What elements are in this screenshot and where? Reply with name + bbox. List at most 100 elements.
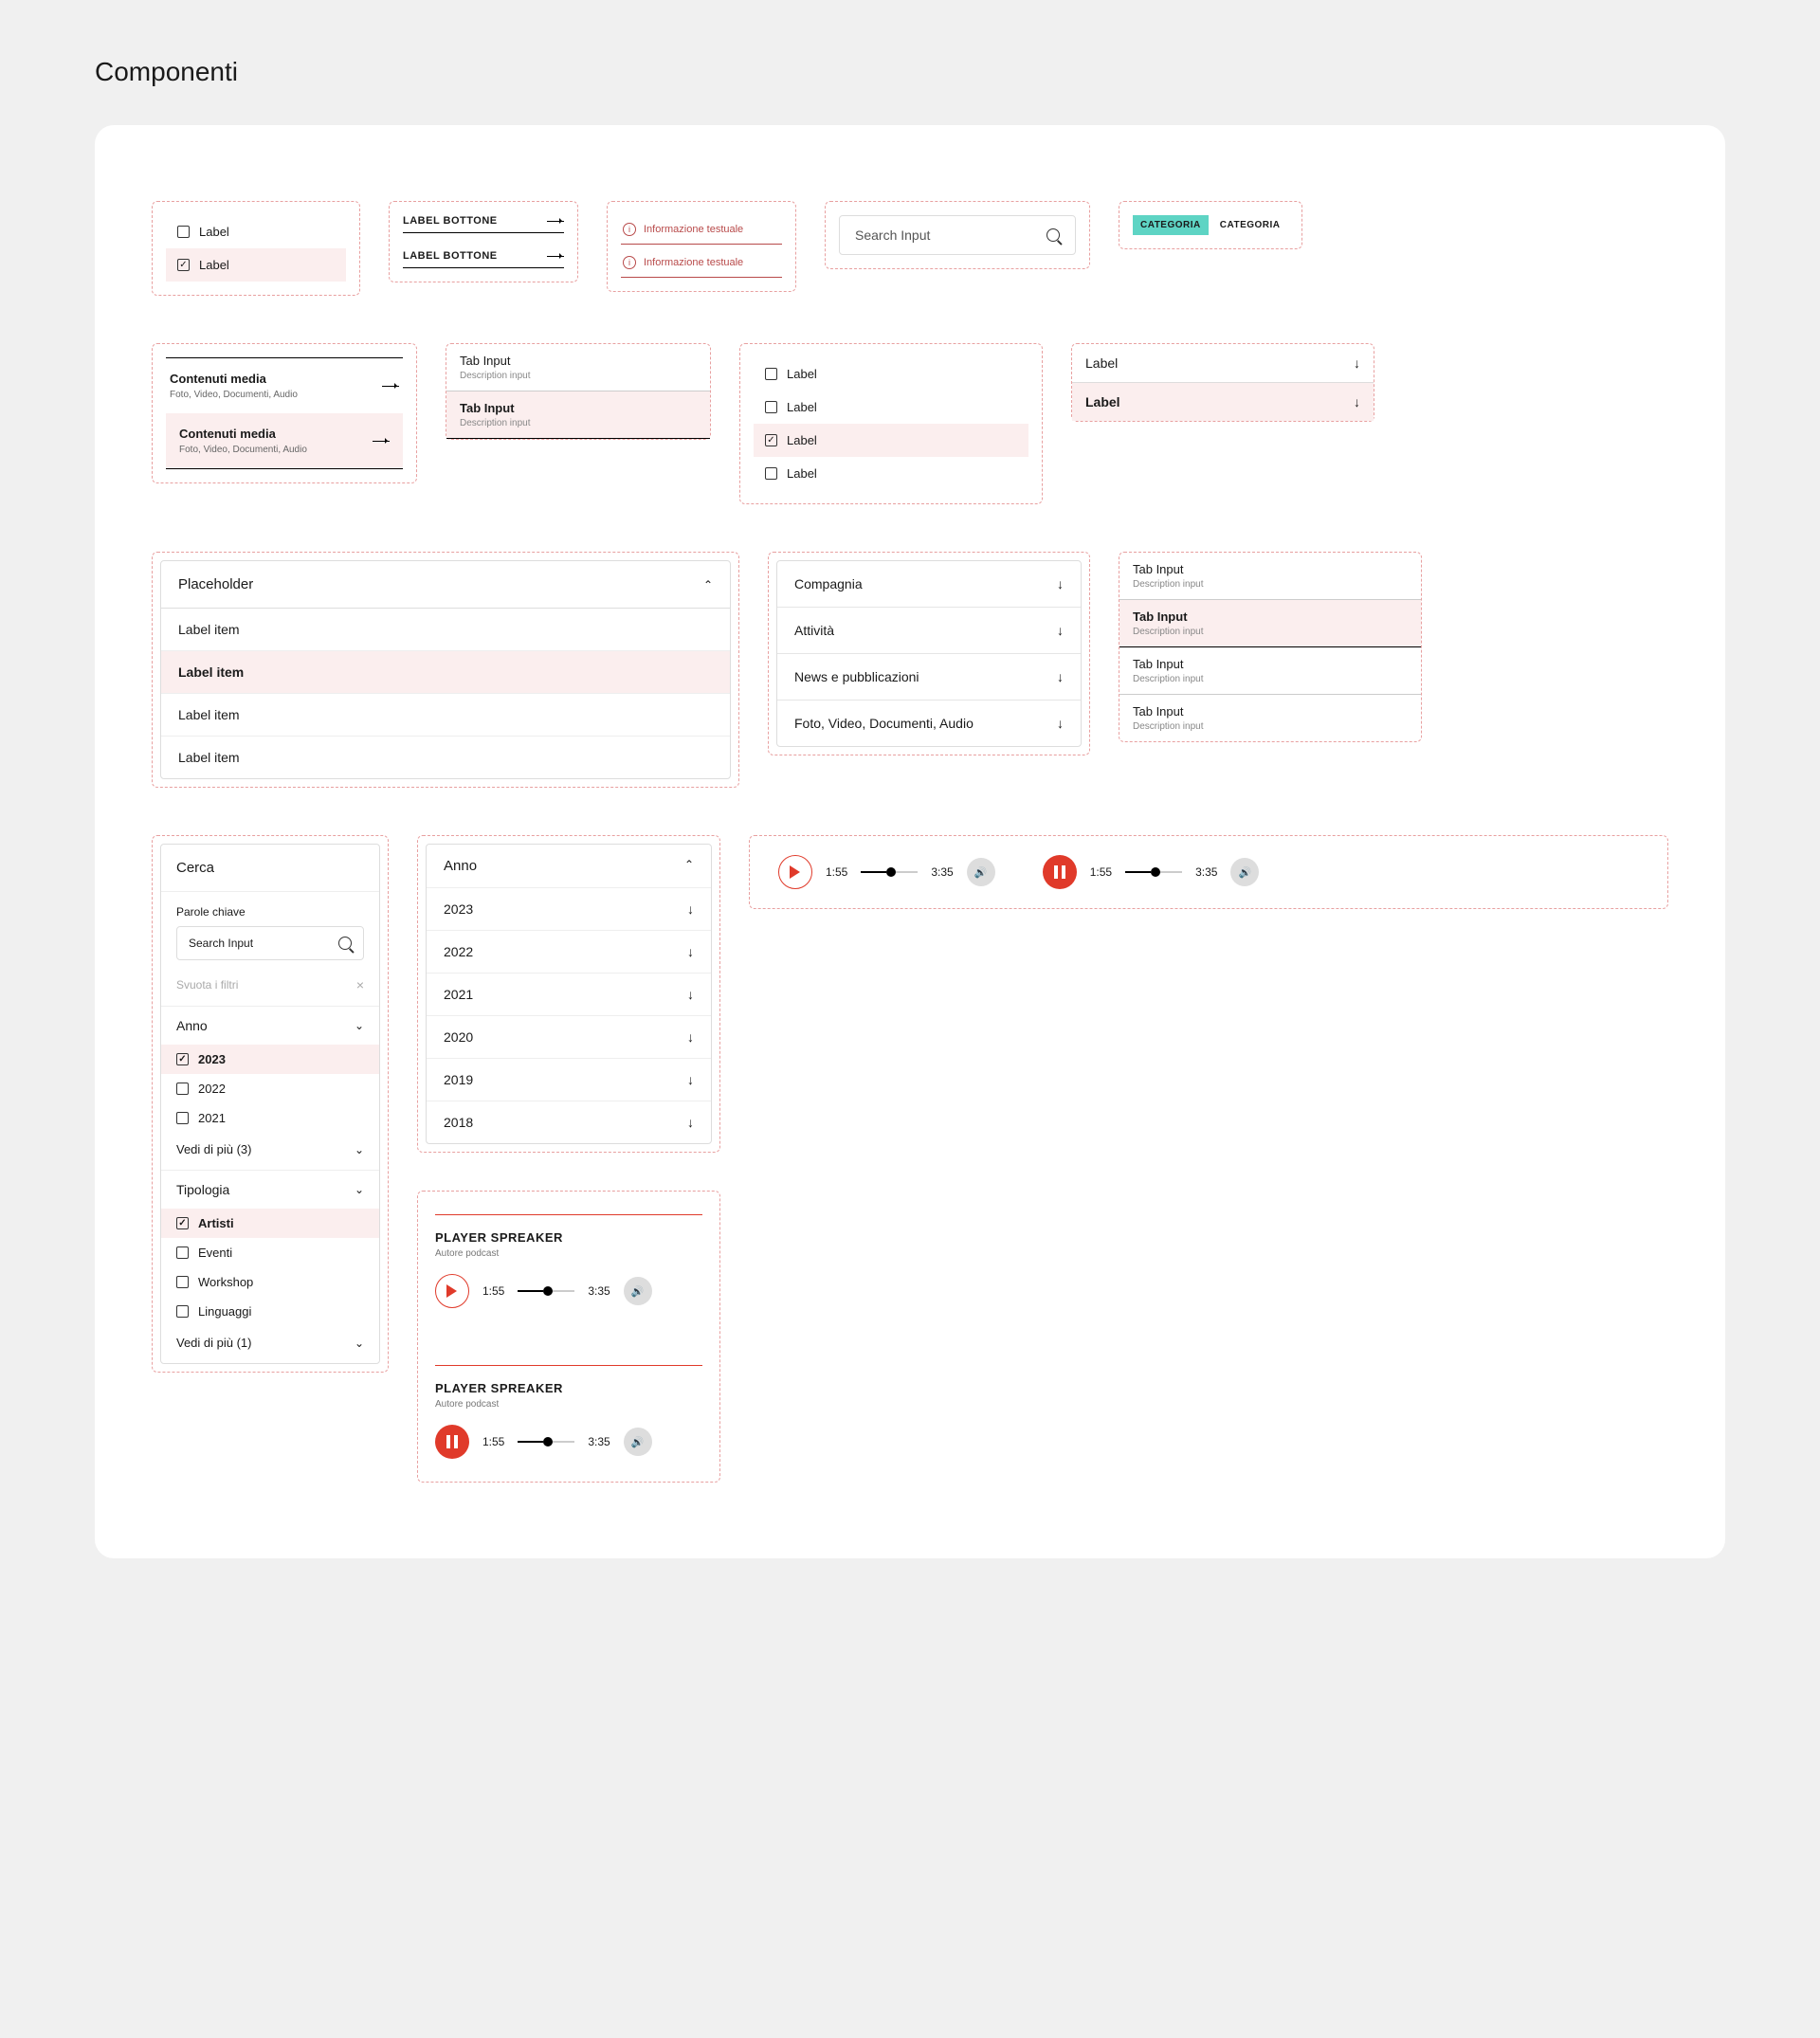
nav-list: Compagnia ↓ Attività ↓ News e pubblicazi… bbox=[776, 560, 1082, 747]
cerca-group: Cerca Parole chiave Search Input Svuota … bbox=[152, 835, 389, 1373]
media-card-group: Contenuti media Foto, Video, Documenti, … bbox=[152, 343, 417, 483]
arrow-down-icon: ↓ bbox=[1057, 669, 1064, 684]
chevron-down-icon: ⌄ bbox=[355, 1337, 364, 1350]
filter-option[interactable]: Linguaggi bbox=[161, 1297, 379, 1326]
time-total: 3:35 bbox=[588, 1284, 610, 1298]
tab-input[interactable]: Tab Input Description input bbox=[446, 344, 710, 391]
label-button[interactable]: LABEL BOTTONE bbox=[403, 215, 564, 233]
clear-filters-button[interactable]: Svuota i filtri × bbox=[176, 970, 364, 1006]
volume-icon: 🔊 bbox=[1239, 866, 1252, 879]
year-item[interactable]: 2022 ↓ bbox=[427, 931, 711, 974]
checkbox-item[interactable]: Label bbox=[754, 391, 1028, 424]
expandable-row[interactable]: Label ↓ bbox=[1072, 383, 1374, 421]
pause-button[interactable] bbox=[1043, 855, 1077, 889]
filter-option[interactable]: 2021 bbox=[161, 1103, 379, 1133]
progress-slider[interactable] bbox=[1125, 871, 1182, 873]
tab-sub: Description input bbox=[1133, 674, 1408, 684]
player-title: PLAYER SPREAKER bbox=[435, 1381, 702, 1395]
tab-input[interactable]: Tab Input Description input bbox=[1119, 553, 1421, 600]
info-group: i Informazione testuale i Informazione t… bbox=[607, 201, 796, 292]
play-button[interactable] bbox=[435, 1274, 469, 1308]
year-item[interactable]: 2019 ↓ bbox=[427, 1059, 711, 1101]
label-button[interactable]: LABEL BOTTONE bbox=[403, 250, 564, 268]
play-button[interactable] bbox=[778, 855, 812, 889]
media-card[interactable]: Contenuti media Foto, Video, Documenti, … bbox=[166, 413, 403, 469]
see-more-button[interactable]: Vedi di più (3) ⌄ bbox=[161, 1133, 379, 1170]
media-subtitle: Foto, Video, Documenti, Audio bbox=[179, 445, 307, 455]
tab-input[interactable]: Tab Input Description input bbox=[446, 391, 710, 439]
nav-item-compagnia[interactable]: Compagnia ↓ bbox=[777, 561, 1081, 608]
see-more-button[interactable]: Vedi di più (1) ⌄ bbox=[161, 1326, 379, 1363]
filter-option[interactable]: 2022 bbox=[161, 1074, 379, 1103]
category-chip[interactable]: CATEGORIA bbox=[1133, 215, 1209, 235]
checkbox-group: Label Label bbox=[152, 201, 360, 296]
tab-input[interactable]: Tab Input Description input bbox=[1119, 695, 1421, 741]
search-input[interactable]: Search Input bbox=[176, 926, 364, 960]
dropdown-header[interactable]: Placeholder ⌃ bbox=[161, 561, 730, 609]
media-card[interactable]: Contenuti media Foto, Video, Documenti, … bbox=[166, 357, 403, 413]
button-text: LABEL BOTTONE bbox=[403, 250, 498, 262]
time-total: 3:35 bbox=[588, 1435, 610, 1448]
volume-button[interactable]: 🔊 bbox=[624, 1277, 652, 1305]
filter-option[interactable]: Artisti bbox=[161, 1209, 379, 1238]
checkbox-item[interactable]: Label bbox=[166, 215, 346, 248]
media-title: Contenuti media bbox=[170, 372, 298, 386]
checkbox-item[interactable]: Label bbox=[754, 424, 1028, 457]
year-label: 2020 bbox=[444, 1029, 473, 1045]
filter-option[interactable]: Workshop bbox=[161, 1267, 379, 1297]
year-item[interactable]: 2018 ↓ bbox=[427, 1101, 711, 1143]
nav-label: Attività bbox=[794, 623, 834, 638]
pause-button[interactable] bbox=[435, 1425, 469, 1459]
year-item[interactable]: 2023 ↓ bbox=[427, 888, 711, 931]
dropdown-item[interactable]: Label item bbox=[161, 694, 730, 737]
chevron-up-icon: ⌃ bbox=[684, 858, 694, 874]
year-item[interactable]: 2021 ↓ bbox=[427, 974, 711, 1016]
info-link[interactable]: i Informazione testuale bbox=[621, 215, 782, 245]
checkbox-item[interactable]: Label bbox=[754, 357, 1028, 391]
search-icon bbox=[338, 937, 352, 950]
tab-input[interactable]: Tab Input Description input bbox=[1119, 600, 1421, 647]
volume-button[interactable]: 🔊 bbox=[624, 1428, 652, 1456]
search-input[interactable]: Search Input bbox=[839, 215, 1076, 255]
year-label: 2022 bbox=[444, 944, 473, 959]
close-icon: × bbox=[356, 977, 364, 992]
info-link[interactable]: i Informazione testuale bbox=[621, 248, 782, 278]
tab-title: Tab Input bbox=[460, 354, 697, 368]
tab-input[interactable]: Tab Input Description input bbox=[1119, 647, 1421, 695]
checkbox-icon bbox=[765, 401, 777, 413]
volume-button[interactable]: 🔊 bbox=[967, 858, 995, 886]
nav-item-media[interactable]: Foto, Video, Documenti, Audio ↓ bbox=[777, 701, 1081, 746]
checkbox-item[interactable]: Label bbox=[166, 248, 346, 282]
expandable-row[interactable]: Label ↓ bbox=[1072, 344, 1374, 383]
dropdown-item[interactable]: Label item bbox=[161, 651, 730, 694]
filter-option[interactable]: Eventi bbox=[161, 1238, 379, 1267]
tab-sub: Description input bbox=[460, 371, 697, 381]
checkbox-label: Label bbox=[787, 433, 817, 447]
nav-item-attivita[interactable]: Attività ↓ bbox=[777, 608, 1081, 654]
progress-slider[interactable] bbox=[518, 1441, 574, 1443]
tab-title: Tab Input bbox=[1133, 610, 1408, 624]
tab-sub: Description input bbox=[460, 418, 697, 428]
filter-section-tipologia[interactable]: Tipologia ⌄ bbox=[161, 1170, 379, 1209]
year-item[interactable]: 2020 ↓ bbox=[427, 1016, 711, 1059]
volume-button[interactable]: 🔊 bbox=[1230, 858, 1259, 886]
arrow-down-icon: ↓ bbox=[687, 1072, 694, 1087]
progress-slider[interactable] bbox=[861, 871, 918, 873]
expand-label: Label bbox=[1085, 394, 1120, 409]
progress-slider[interactable] bbox=[518, 1290, 574, 1292]
tab-sub: Description input bbox=[1133, 627, 1408, 637]
arrow-down-icon: ↓ bbox=[1354, 394, 1360, 409]
dropdown-item[interactable]: Label item bbox=[161, 737, 730, 778]
arrow-down-icon: ↓ bbox=[687, 901, 694, 917]
pause-icon bbox=[446, 1435, 458, 1448]
dropdown-item[interactable]: Label item bbox=[161, 609, 730, 651]
filter-section-anno[interactable]: Anno ⌄ bbox=[161, 1006, 379, 1045]
year-list-header[interactable]: Anno ⌃ bbox=[427, 845, 711, 888]
nav-item-news[interactable]: News e pubblicazioni ↓ bbox=[777, 654, 1081, 701]
category-chip[interactable]: CATEGORIA bbox=[1212, 215, 1288, 235]
checkbox-label: Label bbox=[199, 258, 229, 272]
nav-label: Foto, Video, Documenti, Audio bbox=[794, 716, 974, 731]
tab-input4-group: Tab Input Description input Tab Input De… bbox=[1119, 552, 1422, 742]
filter-option[interactable]: 2023 bbox=[161, 1045, 379, 1074]
checkbox-item[interactable]: Label bbox=[754, 457, 1028, 490]
